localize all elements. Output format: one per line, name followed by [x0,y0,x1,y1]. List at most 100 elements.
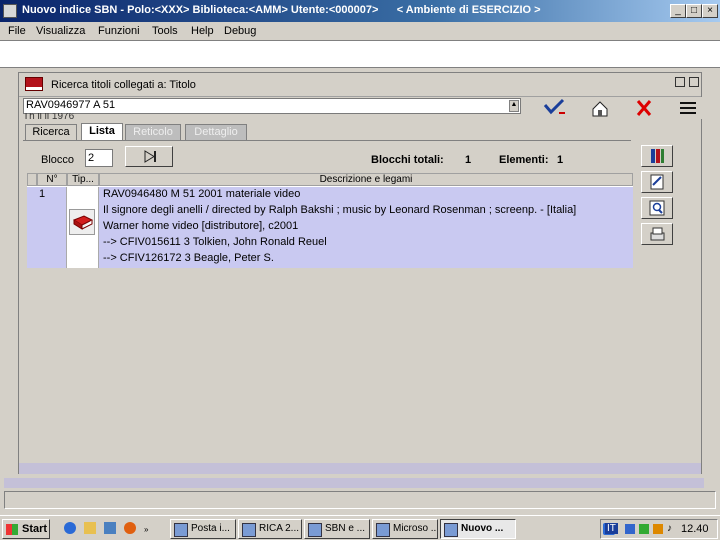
magnify-button[interactable] [641,197,673,219]
frame-title: Ricerca titoli collegati a: Titolo [51,79,196,91]
windows-logo-icon [6,524,18,535]
task-sbn[interactable]: SBN e ... [304,519,370,539]
quick-launch: » [60,522,160,536]
task-posta[interactable]: Posta i... [170,519,236,539]
blocco-label: Blocco [41,154,75,166]
task-nuovo[interactable]: Nuovo ... [440,519,516,539]
menu-funzioni[interactable]: Funzioni [98,25,140,37]
task-microsoft[interactable]: Microso ... [372,519,438,539]
tab-panel: Blocco 2 Blocchi totali: 1 Elementi: 1 N… [23,140,633,466]
tray-app-icon[interactable] [625,524,635,534]
elementi-label: Elementi: [499,154,549,166]
task-rica[interactable]: RICA 2... [238,519,302,539]
window-title-bar[interactable]: Nuovo indice SBN - Polo:<XXX> Biblioteca… [0,0,720,22]
desc-line-2: Il signore degli anelli / directed by Ra… [103,204,577,216]
tab-ricerca[interactable]: Ricerca [25,124,77,140]
task-label: SBN e ... [325,523,366,534]
menu-debug[interactable]: Debug [224,25,256,37]
status-bar [4,491,716,509]
tab-lista[interactable]: Lista [81,123,123,141]
language-indicator[interactable]: IT [605,523,618,534]
column-header-tipo[interactable]: Tip... [67,173,99,186]
browser-icon[interactable] [64,522,76,534]
list-icon[interactable] [673,97,703,119]
tab-reticolo: Reticolo [125,124,181,140]
task-label: Microso ... [393,523,438,534]
check-icon[interactable] [539,97,569,119]
desktop-area [0,40,720,68]
desc-line-3: Warner home video [distributore], c2001 [103,220,299,232]
system-tray: IT ♪ 12.40 [600,519,718,539]
magnify-icon [649,200,665,216]
task-icon [174,523,188,537]
menu-tools[interactable]: Tools [152,25,178,37]
task-icon [444,523,458,537]
menu-file[interactable]: File [8,25,26,37]
book-icon [25,77,43,91]
blocco-input[interactable]: 2 [85,149,113,167]
outer-scrollbar[interactable] [4,478,704,488]
row-number: 1 [39,188,46,200]
task-icon [308,523,322,537]
taskbar: Start » Posta i... RICA 2... SBN e ... M… [0,515,720,540]
firefox-icon[interactable] [124,522,136,534]
search-value-line2: Th ll ll 1976 [23,113,75,120]
frame-close-icon[interactable] [689,77,699,87]
delete-icon[interactable] [629,97,659,119]
window-title: Nuovo indice SBN - Polo:<XXX> Biblioteca… [22,4,541,16]
menu-help[interactable]: Help [191,25,214,37]
results-table: N° Tip... Descrizione e legami 1 RAV0946… [27,173,633,268]
tray-security-icon[interactable] [653,524,663,534]
task-label: Posta i... [191,523,230,534]
tray-monitor-icon[interactable] [639,524,649,534]
internal-frame: Ricerca titoli collegati a: Titolo RAV09… [18,72,703,474]
desc-line-1: RAV0946480 M 51 2001 materiale video [103,188,301,200]
blocchi-totali-value: 1 [465,154,472,166]
column-header-number[interactable]: N° [37,173,67,186]
quick-launch-more-icon[interactable]: » [144,525,148,534]
maximize-button[interactable]: □ [686,4,702,18]
record-type-icon [69,209,95,235]
task-label: Nuovo ... [461,523,504,534]
minimize-button[interactable]: _ [670,4,686,18]
status-area [0,478,720,514]
start-button[interactable]: Start [2,519,50,539]
home-icon[interactable] [585,97,615,119]
frame-resize-icon[interactable] [675,77,685,87]
next-block-button[interactable] [125,146,173,167]
edit-button[interactable] [641,171,673,193]
start-label: Start [22,523,48,535]
tab-dettaglio: Dettaglio [185,124,247,140]
cell-number: 1 [37,187,67,268]
frame-title-bar[interactable]: Ricerca titoli collegati a: Titolo [19,73,701,97]
play-icon [144,150,156,163]
task-icon [376,523,390,537]
desc-line-5: --> CFIV126172 3 Beagle, Peter S. [103,252,274,264]
books-button[interactable] [641,145,673,167]
print-icon [650,227,665,241]
horizontal-scrollbar[interactable] [19,463,701,474]
desktop-icon[interactable] [104,522,116,534]
print-button[interactable] [641,223,673,245]
clock[interactable]: 12.40 [681,523,709,535]
task-label: RICA 2... [259,523,300,534]
folder-icon[interactable] [84,522,96,534]
app-icon [3,4,17,18]
table-row[interactable]: 1 RAV0946480 M 51 2001 materiale video I… [27,187,633,268]
menu-bar: File Visualizza Funzioni Tools Help Debu… [0,22,720,40]
desc-line-4: --> CFIV015611 3 Tolkien, John Ronald Re… [103,236,327,248]
search-value: RAV0946977 A 51 [26,99,116,111]
cell-tipo [67,187,99,268]
volume-icon[interactable]: ♪ [667,523,672,534]
task-icon [242,523,256,537]
column-header-descrizione[interactable]: Descrizione e legami [99,173,633,186]
edit-icon [650,174,664,190]
menu-visualizza[interactable]: Visualizza [36,25,85,37]
books-icon [651,149,664,163]
search-input[interactable]: RAV0946977 A 51 [23,98,521,114]
close-button[interactable]: × [702,4,718,18]
blocchi-totali-label: Blocchi totali: [371,154,444,166]
blocco-value: 2 [88,152,95,164]
spinner-icon[interactable]: ▲ [509,100,519,112]
table-corner [27,173,37,186]
